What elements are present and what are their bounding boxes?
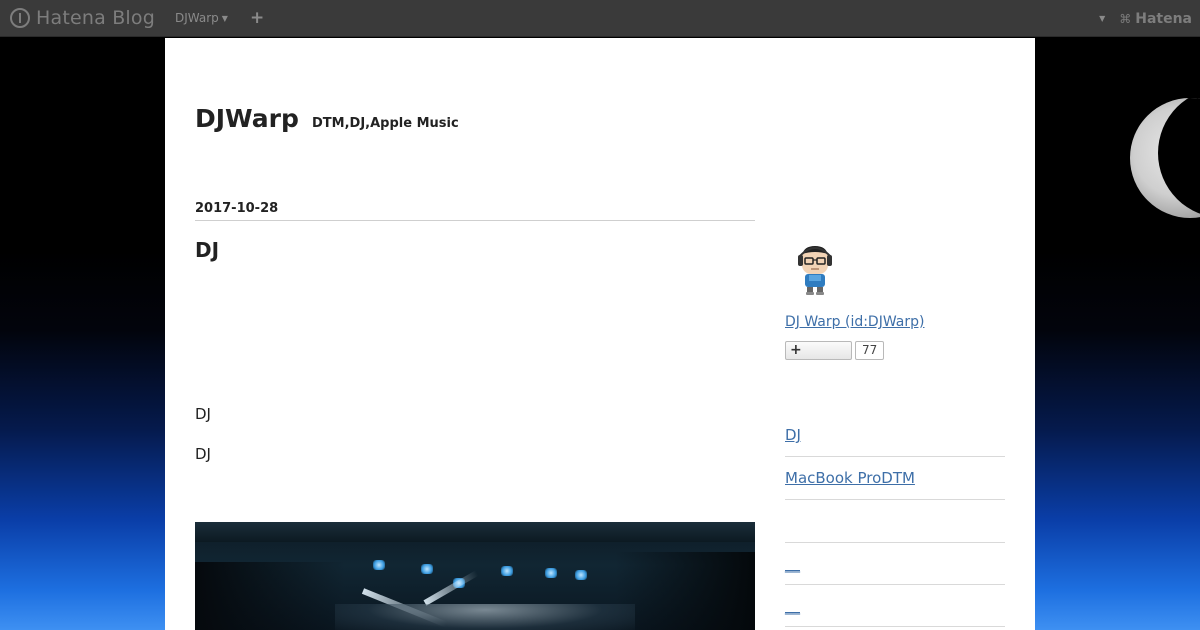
photo-stage-light bbox=[421, 564, 433, 574]
date-divider bbox=[195, 220, 755, 221]
topbar-right: ▼ ⌘ Hatena bbox=[1099, 0, 1192, 37]
blog-title[interactable]: DJWarp bbox=[195, 104, 299, 133]
sidebar-link-item: __ bbox=[785, 585, 1005, 627]
hatena-blog-logo-text: Hatena Blog bbox=[36, 7, 155, 29]
new-post-button[interactable]: + bbox=[250, 8, 264, 28]
sidebar-link-item: DJ bbox=[785, 414, 1005, 457]
entry-date[interactable]: 2017-10-28 bbox=[195, 201, 278, 216]
profile-name-link[interactable]: DJ Warp (id:DJWarp) bbox=[785, 314, 924, 330]
blog-container: DJWarp DTM,DJ,Apple Music 2017-10-28 DJ … bbox=[165, 38, 1035, 630]
user-menu-chevron-icon[interactable]: ▼ bbox=[1099, 14, 1105, 23]
sidebar-link[interactable]: __ bbox=[785, 555, 800, 573]
photo-light-beam bbox=[423, 570, 479, 606]
blog-switcher-label: DJWarp bbox=[175, 11, 219, 25]
photo-crowd bbox=[335, 604, 635, 630]
sidebar-link-item bbox=[785, 500, 1005, 543]
hatena-blog-logo-icon bbox=[10, 8, 30, 28]
sidebar-link-item: __ bbox=[785, 543, 1005, 585]
photo-stage-light bbox=[501, 566, 513, 576]
sidebar-link-list: DJ MacBook ProDTM __ __ bbox=[785, 414, 1005, 627]
photo-stage-light bbox=[575, 570, 587, 580]
sidebar-link[interactable]: MacBook ProDTM bbox=[785, 469, 915, 487]
moon-background-decoration bbox=[1130, 98, 1200, 218]
photo-shadow bbox=[615, 552, 755, 630]
entry-paragraph: DJ bbox=[195, 405, 211, 423]
sidebar-link-item: MacBook ProDTM bbox=[785, 457, 1005, 500]
blog-switcher-dropdown[interactable]: DJWarp ▼ bbox=[175, 11, 228, 25]
hatena-topbar: Hatena Blog DJWarp ▼ + ▼ ⌘ Hatena bbox=[0, 0, 1200, 37]
photo-stage-light bbox=[373, 560, 385, 570]
photo-stage-light bbox=[545, 568, 557, 578]
hatena-logo-text[interactable]: Hatena bbox=[1135, 11, 1192, 27]
entry-title[interactable]: DJ bbox=[195, 238, 219, 262]
photo-truss bbox=[195, 522, 755, 542]
chevron-down-icon: ▼ bbox=[221, 13, 228, 23]
profile-avatar[interactable] bbox=[785, 238, 845, 298]
hatena-logo-icon: ⌘ bbox=[1119, 11, 1132, 26]
sidebar-link[interactable]: __ bbox=[785, 597, 800, 615]
concert-photo bbox=[195, 522, 755, 630]
hatena-blog-logo[interactable]: Hatena Blog bbox=[10, 7, 155, 29]
entry-paragraph: DJ bbox=[195, 445, 211, 463]
blog-description: DTM,DJ,Apple Music bbox=[312, 116, 459, 131]
subscriber-count[interactable]: 77 bbox=[855, 341, 885, 360]
sidebar-link[interactable]: DJ bbox=[785, 426, 801, 444]
subscribe-button[interactable]: + bbox=[785, 341, 852, 360]
photo-shadow bbox=[195, 562, 345, 630]
